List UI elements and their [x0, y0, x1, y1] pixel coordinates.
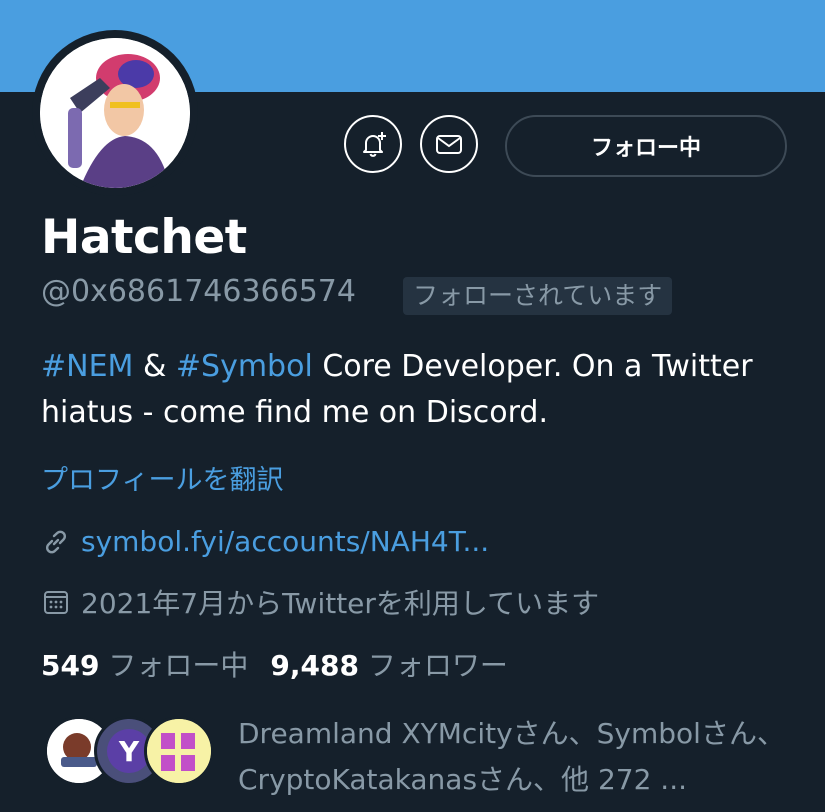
profile-link-row: symbol.fyi/accounts/NAH4T...: [41, 525, 489, 558]
known-followers-avatars[interactable]: Y: [44, 716, 214, 786]
follow-stats: 549 フォロー中 9,488 フォロワー: [41, 644, 508, 684]
profile-website-link[interactable]: symbol.fyi/accounts/NAH4T...: [81, 525, 489, 558]
followers-stat[interactable]: 9,488 フォロワー: [270, 644, 508, 684]
display-name: Hatchet: [41, 210, 247, 265]
hashtag-symbol-link[interactable]: #Symbol: [176, 349, 313, 384]
following-stat[interactable]: 549 フォロー中: [41, 644, 248, 684]
avatar-image: [40, 38, 190, 188]
joined-date-text: 2021年7月からTwitterを利用しています: [81, 587, 600, 620]
user-handle: @0x6861746366574: [41, 274, 356, 309]
profile-bio: #NEM & #Symbol Core Developer. On a Twit…: [41, 344, 781, 436]
known-followers-text[interactable]: Dreamland XYMcityさん、Symbolさん、CryptoKatak…: [238, 711, 798, 803]
following-button[interactable]: フォロー中: [505, 115, 787, 177]
calendar-icon: [44, 591, 68, 614]
following-label: フォロー中: [108, 649, 249, 682]
link-icon: [45, 530, 67, 553]
hashtag-nem-link[interactable]: #NEM: [41, 349, 133, 384]
bio-ampersand: &: [133, 349, 176, 384]
known-follower-avatar-katakanas: [144, 716, 214, 786]
envelope-icon: [436, 135, 462, 154]
joined-date-row: 2021年7月からTwitterを利用しています: [41, 582, 599, 622]
profile-avatar[interactable]: [32, 30, 198, 196]
following-count: 549: [41, 649, 100, 682]
translate-profile-link[interactable]: プロフィールを翻訳: [41, 458, 283, 497]
svg-text:Y: Y: [118, 735, 140, 768]
followers-count: 9,488: [270, 649, 359, 682]
notification-button[interactable]: [344, 115, 402, 173]
bell-plus-icon: [363, 132, 386, 157]
follows-you-badge: フォローされています: [403, 277, 673, 315]
message-button[interactable]: [420, 115, 478, 173]
followers-label: フォロワー: [367, 649, 508, 682]
